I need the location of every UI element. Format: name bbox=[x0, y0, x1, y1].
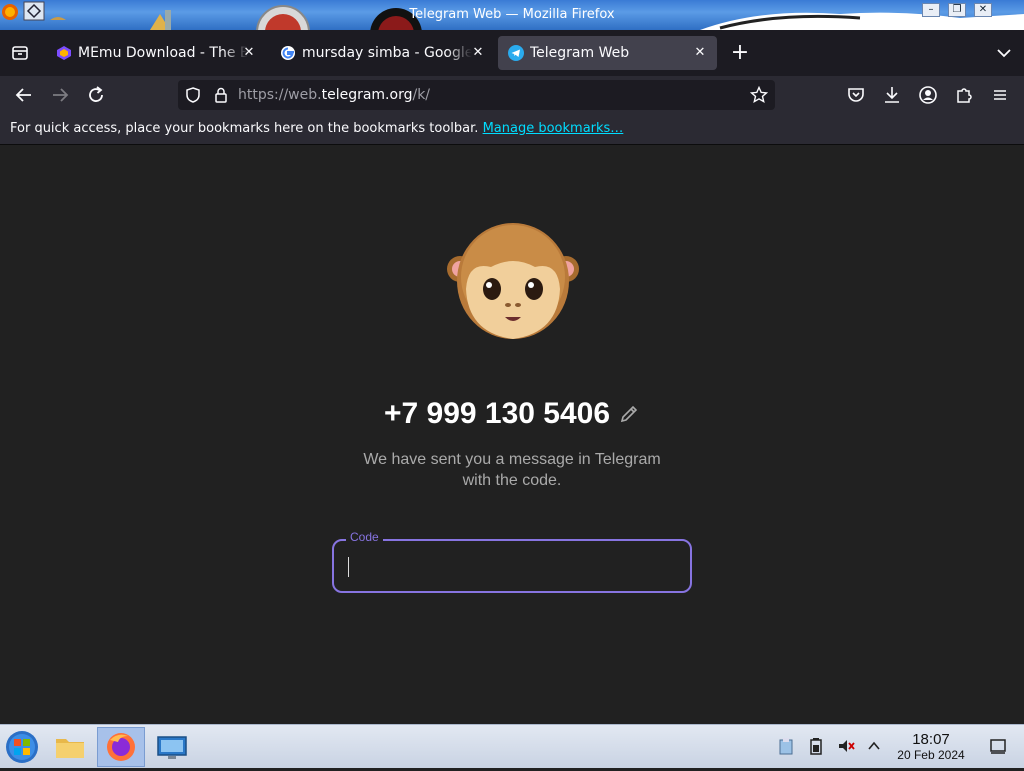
firefox-taskbar-button[interactable] bbox=[97, 727, 145, 767]
manage-bookmarks-link[interactable]: Manage bookmarks… bbox=[483, 121, 624, 136]
code-sent-message: We have sent you a message in Telegram w… bbox=[362, 449, 662, 491]
firefox-icon bbox=[107, 733, 135, 761]
volume-muted-icon[interactable] bbox=[837, 737, 855, 755]
bookmarks-hint: For quick access, place your bookmarks h… bbox=[10, 121, 623, 136]
monkey-icon bbox=[447, 223, 579, 339]
close-tab-icon[interactable]: ✕ bbox=[240, 44, 258, 62]
account-icon[interactable] bbox=[916, 83, 940, 107]
address-bar[interactable]: https://web.telegram.org/k/ bbox=[178, 80, 775, 110]
new-tab-icon[interactable]: + bbox=[728, 41, 752, 65]
show-desktop-icon[interactable] bbox=[989, 737, 1007, 755]
memu-icon bbox=[57, 46, 71, 60]
windows-start-icon bbox=[6, 731, 38, 763]
telegram-login-page: +7 999 130 5406 We have sent you a messa… bbox=[0, 145, 1024, 724]
tab-label: Telegram Web bbox=[530, 45, 630, 61]
google-icon bbox=[281, 46, 295, 60]
tracking-protection-shield-icon[interactable] bbox=[184, 86, 202, 104]
battery-tray-icon[interactable] bbox=[807, 737, 825, 755]
tab-overview-icon[interactable] bbox=[8, 41, 32, 65]
window-titlebar: Telegram Web — Mozilla Firefox – ❐ ✕ bbox=[0, 0, 1024, 30]
list-all-tabs-icon[interactable] bbox=[992, 41, 1016, 65]
chevron-up-icon[interactable] bbox=[865, 737, 883, 755]
close-tab-icon[interactable]: ✕ bbox=[691, 44, 709, 62]
subtitle-line-1: We have sent you a message in Telegram bbox=[363, 451, 661, 468]
tab-telegram[interactable]: Telegram Web ✕ bbox=[498, 36, 717, 70]
menu-hamburger-icon[interactable] bbox=[988, 83, 1012, 107]
phone-number: +7 999 130 5406 bbox=[383, 397, 611, 430]
bookmarks-message: For quick access, place your bookmarks h… bbox=[10, 121, 479, 136]
file-manager-taskbar-button[interactable] bbox=[48, 727, 96, 767]
subtitle-line-2: with the code. bbox=[462, 472, 562, 489]
taskbar: 18:07 20 Feb 2024 bbox=[0, 724, 1024, 768]
forward-arrow-icon[interactable] bbox=[48, 83, 72, 107]
telegram-icon bbox=[508, 45, 524, 61]
code-input[interactable] bbox=[346, 551, 676, 581]
phone-number-heading: +7 999 130 5406 bbox=[0, 397, 1024, 431]
remote-desktop-taskbar-button[interactable] bbox=[150, 727, 198, 767]
close-button[interactable]: ✕ bbox=[974, 3, 992, 17]
taskbar-clock[interactable]: 18:07 20 Feb 2024 bbox=[890, 731, 972, 762]
lock-icon[interactable] bbox=[212, 86, 230, 104]
tab-google[interactable]: mursday simba - Google Se ✕ bbox=[270, 36, 495, 70]
downloads-icon[interactable] bbox=[880, 83, 904, 107]
code-field[interactable]: Code bbox=[332, 530, 692, 593]
minimize-button[interactable]: – bbox=[922, 3, 940, 17]
text-caret bbox=[348, 557, 349, 577]
url-text[interactable]: https://web.telegram.org/k/ bbox=[238, 87, 430, 103]
navigation-toolbar: https://web.telegram.org/k/ bbox=[0, 76, 1024, 114]
start-button[interactable] bbox=[0, 727, 48, 767]
monitor-icon bbox=[157, 736, 187, 759]
reload-icon[interactable] bbox=[84, 83, 108, 107]
tab-strip: MEmu Download - The Best ✕ mursday simba… bbox=[0, 30, 1024, 76]
window-title: Telegram Web — Mozilla Firefox bbox=[409, 7, 615, 22]
back-arrow-icon[interactable] bbox=[12, 83, 36, 107]
bookmark-star-icon[interactable] bbox=[750, 86, 768, 104]
clipboard-tray-icon[interactable] bbox=[777, 737, 795, 755]
edit-pencil-icon[interactable] bbox=[618, 403, 640, 425]
pocket-icon[interactable] bbox=[844, 83, 868, 107]
code-label: Code bbox=[346, 530, 383, 544]
close-tab-icon[interactable]: ✕ bbox=[469, 44, 487, 62]
clock-date: 20 Feb 2024 bbox=[897, 748, 965, 762]
tab-label: mursday simba - Google Se bbox=[302, 45, 472, 61]
tab-label: MEmu Download - The Best bbox=[78, 45, 248, 61]
tab-memu[interactable]: MEmu Download - The Best ✕ bbox=[46, 36, 266, 70]
extensions-icon[interactable] bbox=[952, 83, 976, 107]
clock-time: 18:07 bbox=[912, 731, 950, 748]
folder-icon bbox=[56, 739, 84, 758]
bookmarks-toolbar: For quick access, place your bookmarks h… bbox=[0, 114, 1024, 145]
maximize-button[interactable]: ❐ bbox=[948, 3, 966, 17]
